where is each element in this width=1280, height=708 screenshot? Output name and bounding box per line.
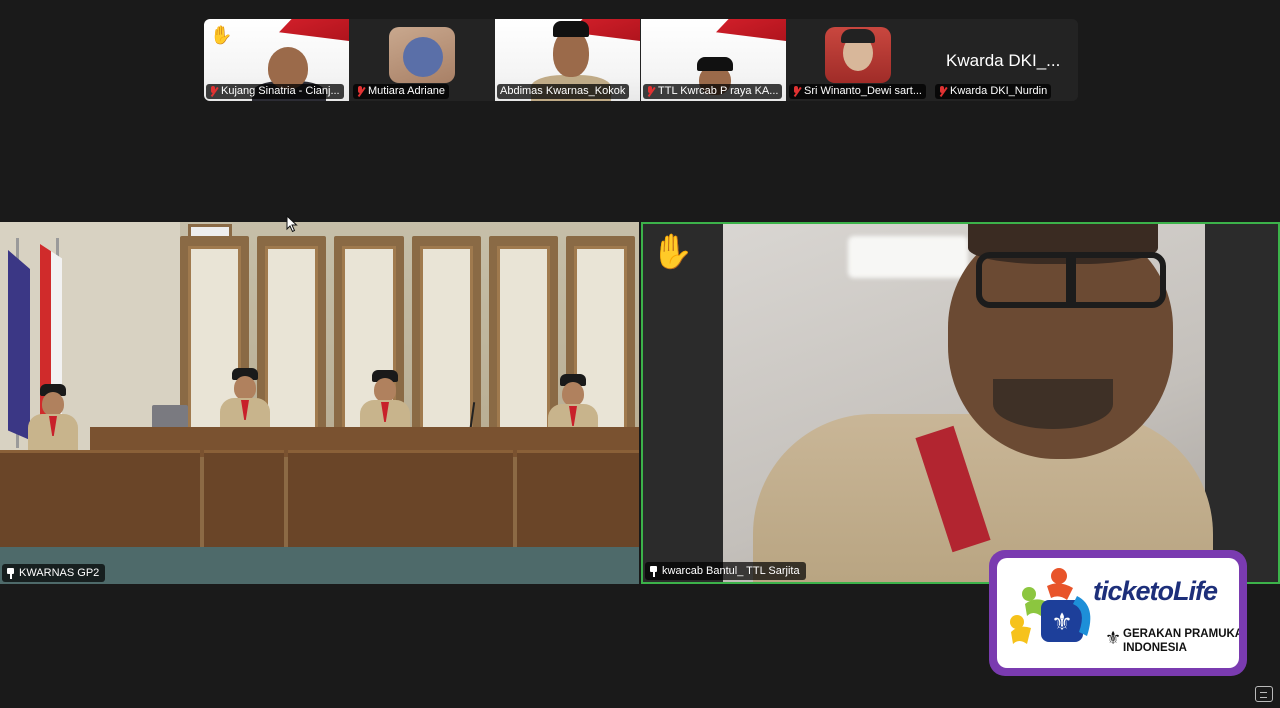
ticket-to-life-logo: ⚜ ticketoLife ⚜ GERAKAN PRAMUKA INDONESI… (989, 550, 1247, 676)
pin-icon (6, 567, 15, 579)
raised-hand-icon: ✋ (210, 25, 233, 45)
scout-flag (8, 250, 30, 440)
tile-name-label: kwarcab Bantul_ TTL Sarjita (645, 562, 806, 580)
participant-name-label: Abdimas Kwarnas_Kokok (497, 84, 630, 99)
participant-name-label: Kujang Sinatria - Cianj... (206, 84, 344, 99)
mic-muted-icon (209, 86, 218, 97)
main-video-tile-right[interactable]: ✋ kwarcab Bantul_ TTL Sarjita (641, 222, 1280, 584)
participant-name-label: Mutiara Adriane (353, 84, 450, 99)
participant-display-name: Kwarda DKI_... (946, 51, 1061, 70)
participant-avatar (389, 27, 455, 83)
participant-avatar (825, 27, 891, 83)
tile-name-label: KWARNAS GP2 (2, 564, 106, 582)
pin-icon (649, 565, 658, 577)
logo-subtitle: INDONESIA (1123, 642, 1187, 654)
logo-figures-icon: ⚜ (1010, 568, 1091, 644)
logo-subtitle: GERAKAN PRAMUKA (1123, 628, 1239, 640)
thumbnail-tile[interactable]: TTL Kwrcab P raya KA... (641, 19, 786, 101)
mic-muted-icon (792, 86, 801, 97)
thumbnail-tile[interactable]: Sri Winanto_Dewi sart... (787, 19, 932, 101)
glasses (976, 252, 1166, 308)
thumbnail-tile[interactable]: Mutiara Adriane (351, 19, 496, 101)
view-options-icon[interactable] (1255, 686, 1273, 702)
svg-text:⚜: ⚜ (1051, 608, 1073, 636)
mic-muted-icon (646, 86, 655, 97)
mouse-cursor-icon (286, 215, 298, 233)
participant-name-label: Kwarda DKI_Nurdin (935, 84, 1052, 99)
raised-hand-icon: ✋ (651, 233, 694, 271)
mic-muted-icon (356, 86, 365, 97)
participant-face (268, 47, 308, 89)
main-video-tile-left[interactable]: KWARNAS GP2 (0, 222, 639, 584)
mic-muted-icon (938, 86, 947, 97)
thumbnail-strip: ✋ Kujang Sinatria - Cianj... Mutiara Adr… (204, 19, 1078, 101)
logo-title: ticketoLife (1093, 576, 1218, 606)
thumbnail-tile[interactable]: ✋ Kujang Sinatria - Cianj... (204, 19, 349, 101)
participant-name-label: TTL Kwrcab P raya KA... (643, 84, 783, 99)
participant-name-label: Sri Winanto_Dewi sart... (789, 84, 926, 99)
thumbnail-tile[interactable]: Abdimas Kwarnas_Kokok (495, 19, 640, 101)
fleur-de-lis-icon: ⚜ (1105, 628, 1122, 648)
